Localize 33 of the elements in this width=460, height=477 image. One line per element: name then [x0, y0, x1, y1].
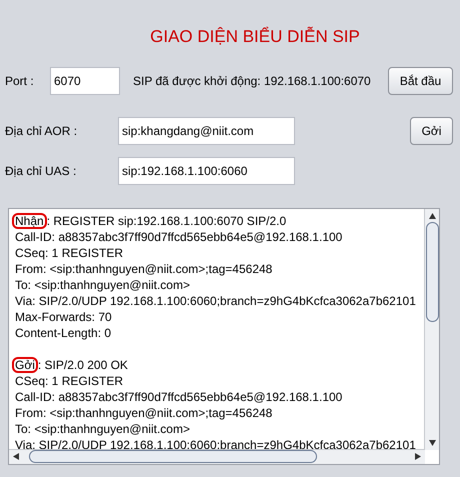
aor-field[interactable]: sip:khangdang@niit.com	[118, 116, 295, 144]
send-button[interactable]: Gởi	[410, 116, 453, 144]
scrollbar-thumb[interactable]	[426, 222, 438, 322]
log-line: CSeq: 1 REGISTER	[15, 244, 124, 260]
port-label: Port :	[5, 72, 35, 90]
uas-field[interactable]: sip:192.168.1.100:6060	[118, 156, 295, 184]
aor-label: Địa chỉ AOR :	[5, 122, 78, 140]
scroll-left-icon[interactable]	[13, 453, 19, 460]
start-button[interactable]: Bắt đầu	[388, 66, 453, 94]
log-line: Call-ID: a88357abc3f7ff90d7ffcd565ebb64e5@192.168.1.100	[15, 228, 342, 244]
direction-label: Nhận	[12, 212, 47, 228]
vertical-scrollbar[interactable]	[424, 208, 439, 450]
log-line: Call-ID: a88357abc3f7ff90d7ffcd565ebb64e5@192.168.1.100	[15, 388, 342, 404]
port-field[interactable]: 6070	[50, 66, 120, 94]
direction-label: Gởi	[12, 356, 38, 372]
uas-label: Địa chỉ UAS :	[5, 162, 78, 180]
window-title: GIAO DIỆN BIỂU DIỄN SIP	[150, 26, 360, 48]
log-line: To: <sip:thanhnguyen@niit.com>	[15, 276, 190, 292]
log-line: CSeq: 1 REGISTER	[15, 372, 124, 388]
scrollbar-thumb[interactable]	[29, 450, 317, 463]
log-line: From: <sip:thanhnguyen@niit.com>;tag=456248	[15, 260, 272, 276]
log-line: Max-Forwards: 70	[15, 308, 112, 324]
log-line: Content-Length: 0	[15, 324, 112, 340]
log-line: : SIP/2.0 200 OK	[38, 356, 128, 372]
log-line: : REGISTER sip:192.168.1.100:6070 SIP/2.0	[46, 212, 286, 228]
scroll-up-icon[interactable]	[428, 212, 436, 218]
log-line: From: <sip:thanhnguyen@niit.com>;tag=456248	[15, 404, 272, 420]
scroll-down-icon[interactable]	[429, 440, 436, 446]
scroll-right-icon[interactable]	[415, 453, 421, 460]
log-line: Via: SIP/2.0/UDP 192.168.1.100:6060;branch=z9hG4bKcfca3062a7b62101	[15, 292, 416, 308]
log-line: To: <sip:thanhnguyen@niit.com>	[15, 420, 190, 436]
status-text: SIP đã được khởi động: 192.168.1.100:6070	[133, 72, 371, 90]
horizontal-scrollbar[interactable]	[9, 448, 425, 464]
